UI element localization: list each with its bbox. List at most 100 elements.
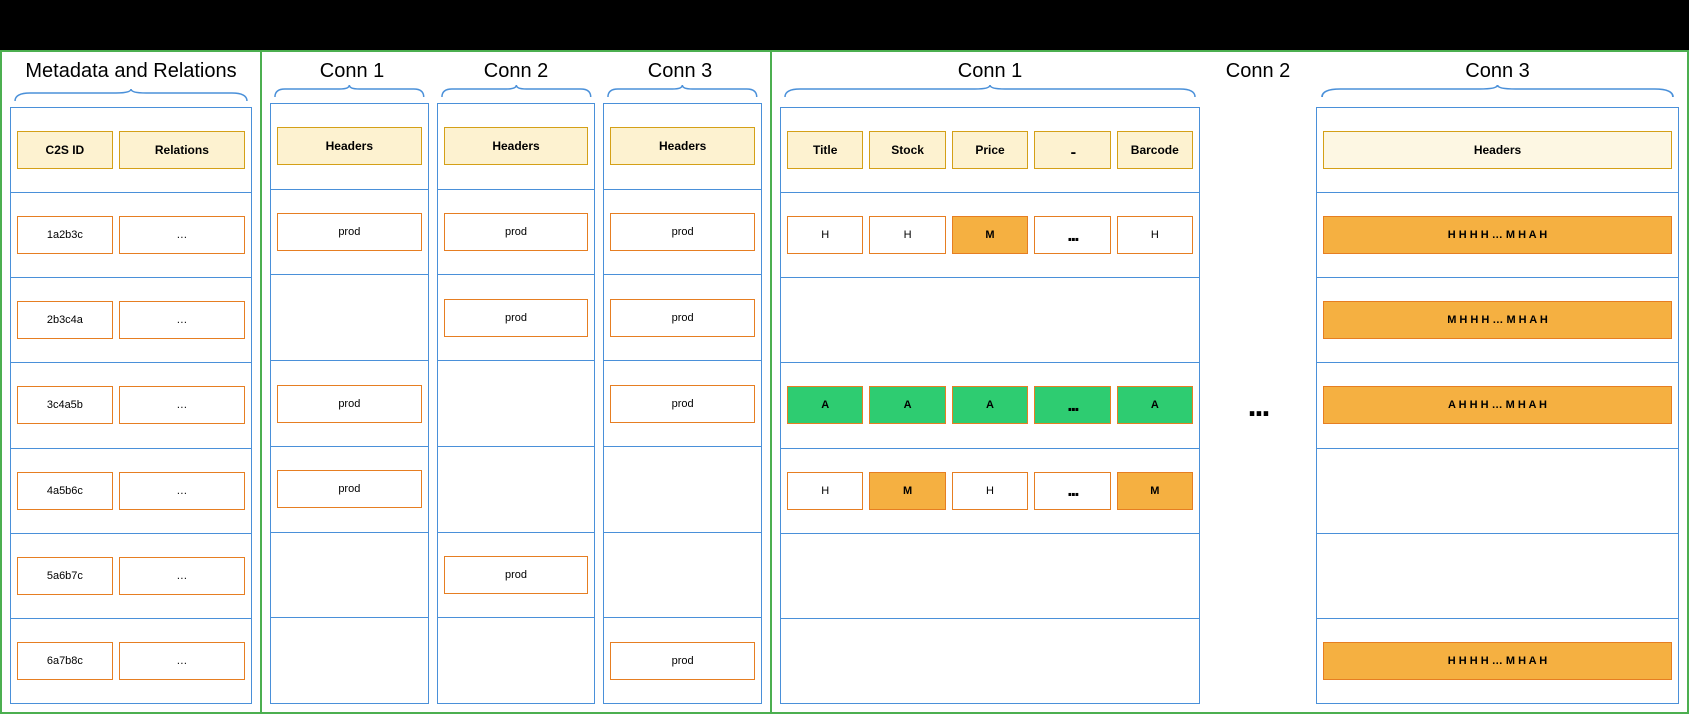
relations-cell: … <box>119 557 245 595</box>
table-row <box>438 618 595 703</box>
conn-titles-row: Conn 1 Conn 2 Conn 3 <box>270 60 762 83</box>
summary-cell: M H H H … M H A H <box>1323 301 1672 339</box>
ellipsis-icon: ... <box>1034 472 1110 510</box>
conn3-table: Headers prod prod prod prod <box>603 103 762 704</box>
status-cell: M <box>952 216 1028 254</box>
prod-cell: prod <box>444 213 589 251</box>
diagram-container: Metadata and Relations C2S ID Relations … <box>0 50 1689 714</box>
prod-cell: prod <box>610 642 755 680</box>
conn1-table: Headers prod prod prod <box>270 103 429 704</box>
metadata-table: C2S ID Relations 1a2b3c … 2b3c4a … 3c4a5… <box>10 107 252 704</box>
table-row <box>604 533 761 619</box>
id-cell: 2b3c4a <box>17 301 113 339</box>
conn-title: Conn 2 <box>1200 60 1316 83</box>
brace-icon <box>603 85 762 99</box>
conn-tables: Headers prod prod prod Headers prod prod… <box>270 103 762 704</box>
section-title: Metadata and Relations <box>10 60 252 83</box>
brace-icon <box>10 89 252 103</box>
id-cell: 4a5b6c <box>17 472 113 510</box>
status-cell: H <box>869 216 945 254</box>
prod-cell: prod <box>277 213 422 251</box>
table-row: prod <box>271 447 428 533</box>
relations-cell: … <box>119 642 245 680</box>
relations-cell: … <box>119 216 245 254</box>
prod-cell: prod <box>444 556 589 594</box>
table-header-row: Headers <box>438 104 595 190</box>
status-cell: H <box>787 472 863 510</box>
conn3-detail-table: Headers H H H H … M H A H M H H H … M H … <box>1316 107 1679 704</box>
conn-title: Conn 3 <box>1316 60 1679 83</box>
brace-icon <box>780 85 1200 99</box>
table-row: prod <box>271 361 428 447</box>
table-header-row: Headers <box>1317 108 1678 193</box>
status-cell: A <box>869 386 945 424</box>
status-cell: A <box>1117 386 1193 424</box>
section-detail: Conn 1 Conn 2 Conn 3 Title Stock Price .… <box>772 52 1687 712</box>
header-cell: Headers <box>444 127 589 165</box>
prod-cell: prod <box>610 213 755 251</box>
status-cell: H <box>787 216 863 254</box>
table-row <box>271 618 428 703</box>
table-header-row: Headers <box>271 104 428 190</box>
table-row: 5a6b7c … <box>11 534 251 619</box>
header-cell: Relations <box>119 131 245 169</box>
conn-titles-row: Conn 1 Conn 2 Conn 3 <box>780 60 1679 83</box>
header-cell: Headers <box>1323 131 1672 169</box>
table-row: 2b3c4a … <box>11 278 251 363</box>
ellipsis-icon: ... <box>1034 386 1110 424</box>
table-row <box>271 533 428 619</box>
id-cell: 5a6b7c <box>17 557 113 595</box>
table-row: prod <box>604 190 761 276</box>
conn2-table: Headers prod prod prod <box>437 103 596 704</box>
status-cell: H <box>952 472 1028 510</box>
ellipsis-icon: ... <box>1034 216 1110 254</box>
status-cell: A <box>952 386 1028 424</box>
table-row <box>1317 534 1678 619</box>
prod-cell: prod <box>277 385 422 423</box>
relations-cell: … <box>119 386 245 424</box>
conn-title: Conn 1 <box>780 60 1200 83</box>
conn1-detail: Title Stock Price ... Barcode H H M ... … <box>780 107 1200 704</box>
table-header-row: C2S ID Relations <box>11 108 251 193</box>
header-cell: Headers <box>277 127 422 165</box>
conn1-detail-table: Title Stock Price ... Barcode H H M ... … <box>780 107 1200 704</box>
table-row: prod <box>438 190 595 276</box>
brace-icon <box>270 85 429 99</box>
prod-cell: prod <box>610 299 755 337</box>
header-cell: Barcode <box>1117 131 1193 169</box>
conn-title: Conn 1 <box>270 60 434 83</box>
table-row: prod <box>604 275 761 361</box>
brace-icon <box>1316 85 1679 99</box>
table-row: prod <box>271 190 428 276</box>
table-row: M H H H … M H A H <box>1317 278 1678 363</box>
prod-cell: prod <box>610 385 755 423</box>
table-row: H H H H … M H A H <box>1317 193 1678 278</box>
summary-cell: H H H H … M H A H <box>1323 642 1672 680</box>
brace-spacer <box>1208 85 1308 103</box>
header-cell: Title <box>787 131 863 169</box>
header-cell: Stock <box>869 131 945 169</box>
table-row: A H H H … M H A H <box>1317 363 1678 448</box>
prod-cell: prod <box>444 299 589 337</box>
table-row: 6a7b8c … <box>11 619 251 703</box>
header-cell: Price <box>952 131 1028 169</box>
summary-cell: A H H H … M H A H <box>1323 386 1672 424</box>
id-cell: 1a2b3c <box>17 216 113 254</box>
braces-row <box>270 85 762 103</box>
table-header-row: Title Stock Price ... Barcode <box>781 108 1199 193</box>
status-cell: M <box>1117 472 1193 510</box>
section-connections: Conn 1 Conn 2 Conn 3 Headers prod prod p… <box>262 52 772 712</box>
section-metadata: Metadata and Relations C2S ID Relations … <box>2 52 262 712</box>
id-cell: 6a7b8c <box>17 642 113 680</box>
conn2-ellipsis: ... <box>1208 107 1308 704</box>
brace-icon <box>437 85 596 99</box>
ellipsis-icon: ... <box>1248 387 1269 424</box>
summary-cell: H H H H … M H A H <box>1323 216 1672 254</box>
table-row <box>781 619 1199 703</box>
table-row <box>604 447 761 533</box>
table-row: prod <box>438 533 595 619</box>
table-row <box>781 278 1199 363</box>
table-row: prod <box>438 275 595 361</box>
detail-content: Title Stock Price ... Barcode H H M ... … <box>780 107 1679 704</box>
relations-cell: … <box>119 301 245 339</box>
